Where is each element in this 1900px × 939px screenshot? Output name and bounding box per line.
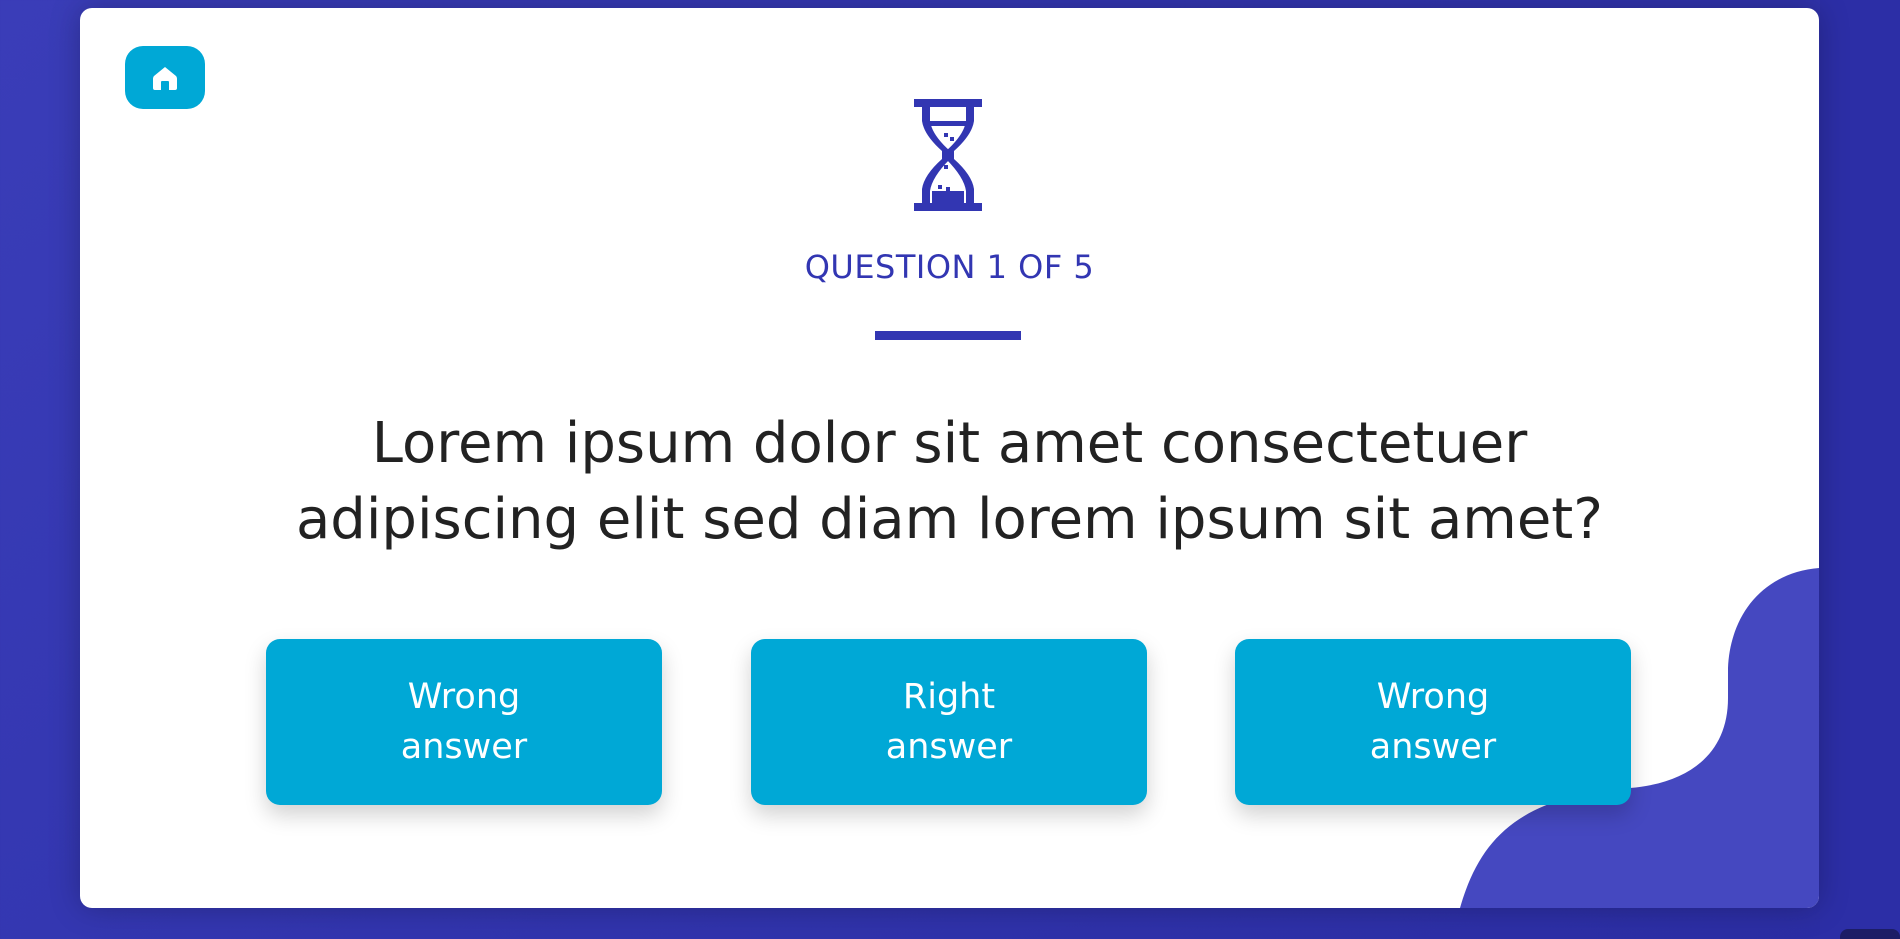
- answer-button-3[interactable]: Wrong answer: [1235, 639, 1631, 805]
- title-divider: [875, 331, 1021, 340]
- answer-label-line1: Right: [902, 677, 996, 717]
- home-button[interactable]: [125, 46, 205, 109]
- answer-button-1[interactable]: Wrong answer: [266, 639, 662, 805]
- answer-label-line2: answer: [1369, 727, 1497, 767]
- answer-label-line2: answer: [400, 727, 528, 767]
- hourglass-icon: [914, 99, 982, 211]
- answer-label-line2: answer: [885, 727, 1013, 767]
- question-text: Lorem ipsum dolor sit amet consectetuer …: [295, 411, 1603, 552]
- question-counter: QUESTION 1 OF 5: [804, 248, 1095, 286]
- answer-button-2[interactable]: Right answer: [751, 639, 1147, 805]
- corner-element: [1840, 929, 1900, 939]
- home-icon: [153, 66, 177, 90]
- background-strip: [1820, 0, 1900, 939]
- quiz-card: QUESTION 1 OF 5 Lorem ipsum dolor sit am…: [80, 8, 1819, 908]
- answer-label-line1: Wrong: [407, 677, 521, 717]
- answer-label-line1: Wrong: [1376, 677, 1490, 717]
